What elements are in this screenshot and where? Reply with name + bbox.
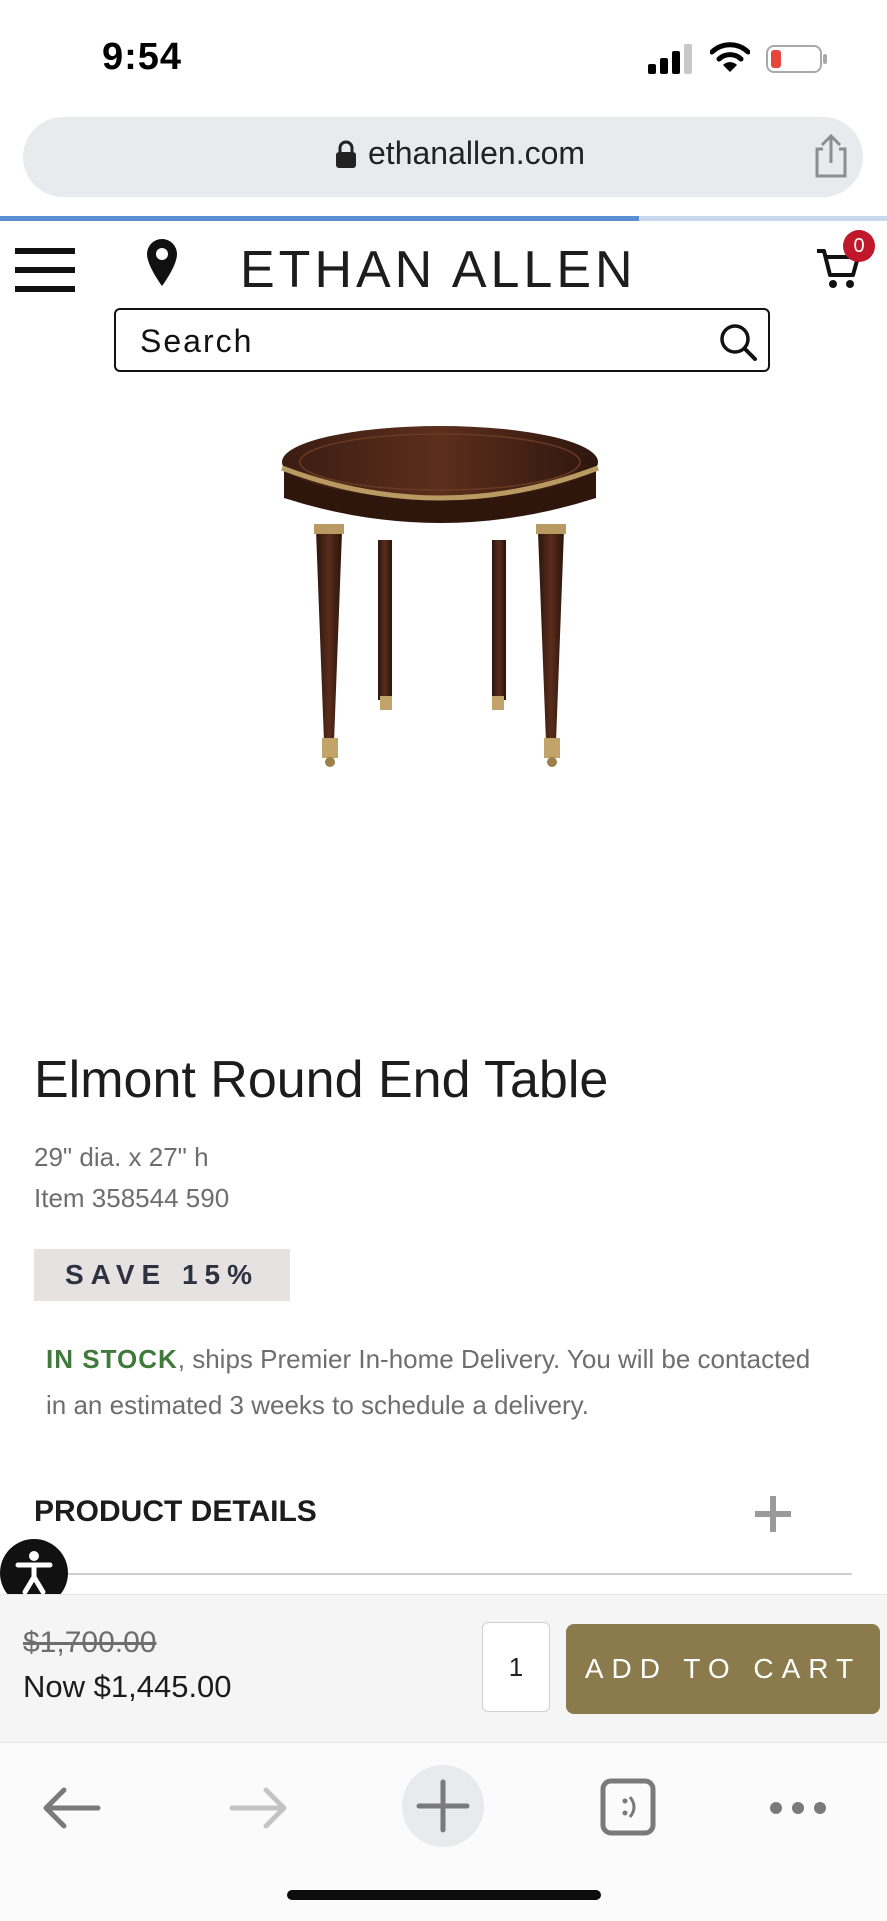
tabs-icon[interactable] [588, 1771, 668, 1845]
cellular-signal-icon [648, 44, 692, 74]
plus-icon[interactable] [402, 1765, 484, 1847]
cart-count-badge[interactable]: 0 [843, 230, 875, 262]
url-text: ethanallen.com [368, 135, 586, 171]
quantity-input[interactable] [482, 1622, 550, 1712]
map-pin-icon[interactable] [144, 238, 180, 288]
purchase-bar: $1,700.00 Now $1,445.00 ADD TO CART [0, 1594, 887, 1743]
hamburger-menu-icon[interactable] [15, 248, 77, 292]
add-to-cart-button[interactable]: ADD TO CART [566, 1624, 880, 1714]
product-image[interactable] [270, 420, 610, 780]
divider [34, 1573, 852, 1575]
search-input[interactable] [138, 320, 682, 362]
page-load-progress-fill [0, 216, 639, 221]
product-item-number: Item 358544 590 [34, 1183, 230, 1213]
search-icon[interactable] [718, 322, 758, 362]
sale-price: Now $1,445.00 [23, 1669, 232, 1704]
status-time: 9:54 [102, 36, 183, 78]
search-box[interactable] [114, 308, 770, 372]
address-bar[interactable]: ethanallen.com [23, 117, 863, 197]
product-dimensions: 29" dia. x 27" h [34, 1142, 209, 1172]
original-price: $1,700.00 [23, 1626, 157, 1659]
battery-icon [766, 45, 827, 73]
arrow-left-icon[interactable] [32, 1771, 112, 1845]
more-icon[interactable] [758, 1771, 838, 1845]
share-icon[interactable] [809, 133, 853, 179]
status-bar: 9:54 [0, 0, 887, 110]
brand-logo[interactable]: ETHAN ALLEN [240, 240, 637, 300]
expand-plus-icon[interactable] [755, 1496, 791, 1532]
arrow-right-icon[interactable] [218, 1771, 298, 1845]
stock-status: IN STOCK, ships Premier In-home Delivery… [46, 1336, 836, 1428]
page-load-progress [0, 216, 887, 221]
in-stock-label: IN STOCK [46, 1344, 178, 1374]
lock-icon [336, 140, 356, 168]
product-details-toggle[interactable]: PRODUCT DETAILS [34, 1495, 317, 1529]
wifi-icon [710, 42, 750, 72]
discount-badge: SAVE 15% [34, 1249, 290, 1301]
product-title: Elmont Round End Table [34, 1051, 609, 1109]
home-indicator [287, 1890, 601, 1900]
